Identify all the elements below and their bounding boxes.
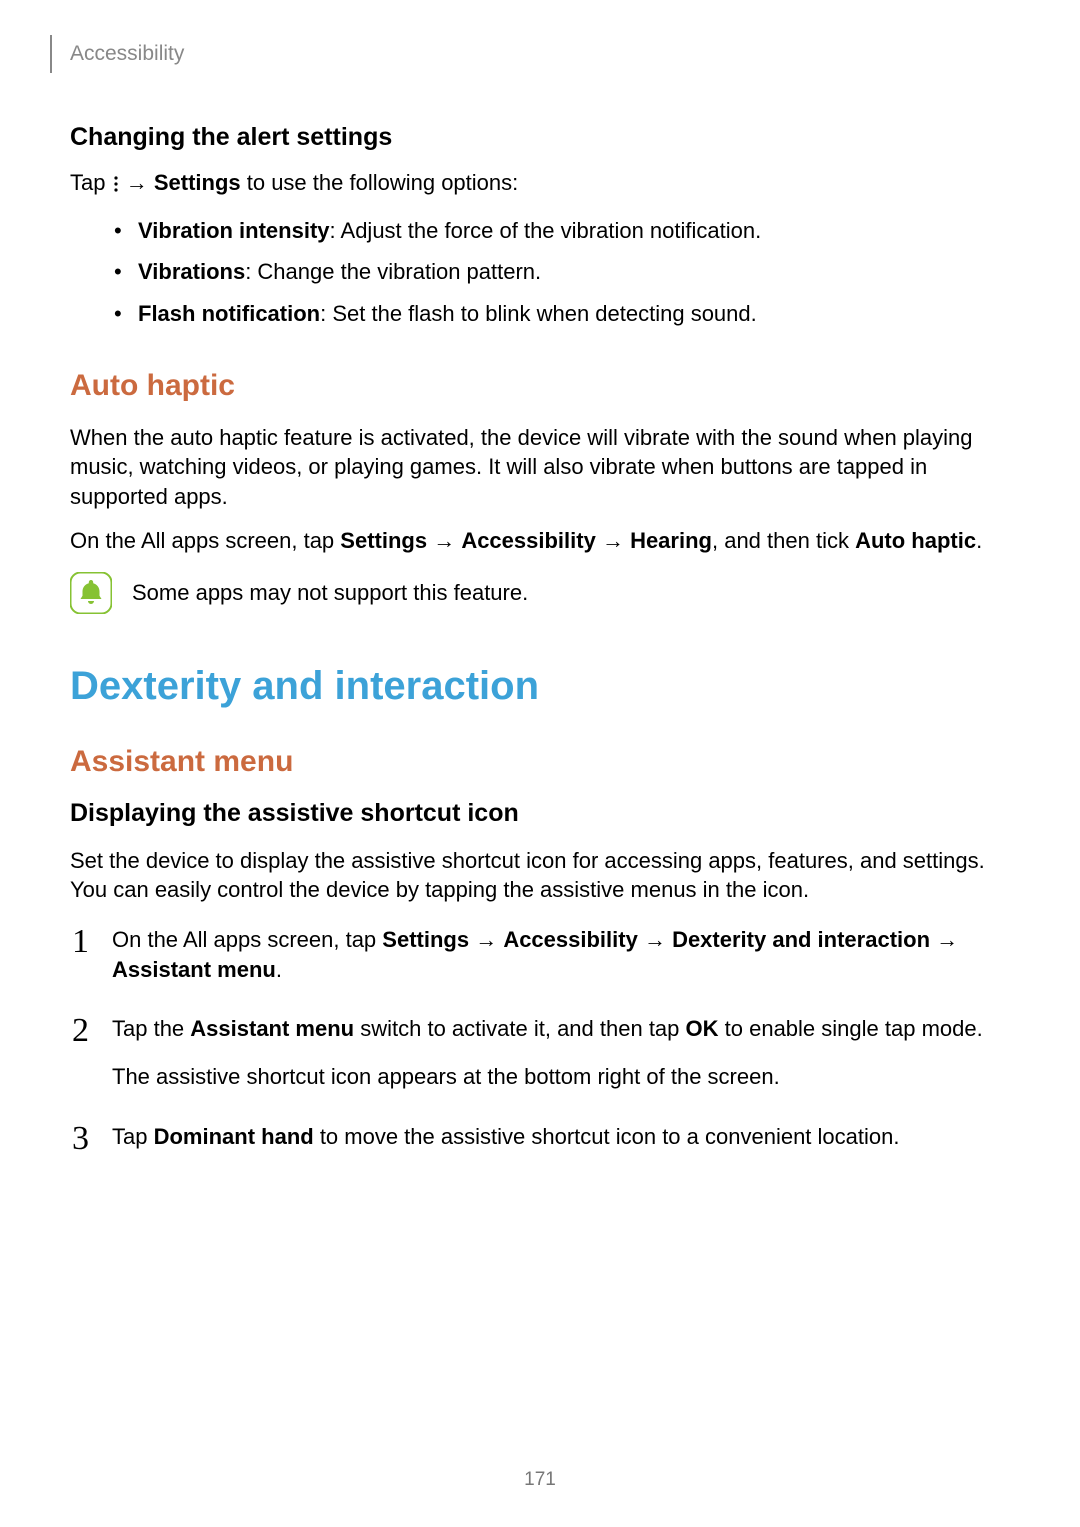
text: On the All apps screen, tap — [112, 927, 382, 952]
option-desc: : Set the flash to blink when detecting … — [320, 301, 757, 326]
step-2-extra: The assistive shortcut icon appears at t… — [112, 1062, 1010, 1092]
page-number: 171 — [0, 1469, 1080, 1491]
text: , and then tick — [712, 528, 855, 553]
arrow-text: → — [427, 528, 461, 553]
dominant-hand-label: Dominant hand — [154, 1124, 314, 1149]
arrow-text: → — [469, 927, 503, 952]
arrow-text: → — [638, 927, 672, 952]
dexterity-label: Dexterity and interaction — [672, 927, 930, 952]
settings-label: Settings — [340, 528, 427, 553]
settings-label: Settings — [154, 170, 241, 195]
manual-page: Accessibility Changing the alert setting… — [0, 0, 1080, 1221]
list-item: Flash notification: Set the flash to bli… — [110, 299, 1010, 329]
auto-haptic-label: Auto haptic — [855, 528, 976, 553]
note-text: Some apps may not support this feature. — [132, 580, 528, 606]
alert-intro: Tap → Settings to use the following opti… — [70, 168, 1010, 198]
assistant-intro: Set the device to display the assistive … — [70, 846, 1010, 905]
more-options-icon — [112, 175, 120, 193]
auto-haptic-heading: Auto haptic — [70, 369, 1010, 403]
step-3: Tap Dominant hand to move the assistive … — [70, 1122, 1010, 1152]
header-rule — [50, 35, 52, 73]
arrow-text: → — [930, 927, 958, 952]
hearing-label: Hearing — [630, 528, 712, 553]
bell-icon — [70, 572, 112, 614]
auto-haptic-para2: On the All apps screen, tap Settings → A… — [70, 526, 1010, 556]
assistant-menu-label: Assistant menu — [190, 1016, 354, 1041]
accessibility-label: Accessibility — [461, 528, 596, 553]
text: . — [276, 957, 282, 982]
arrow-text: → — [120, 170, 154, 195]
dexterity-heading: Dexterity and interaction — [70, 664, 1010, 709]
page-header: Accessibility — [70, 35, 1010, 73]
accessibility-label: Accessibility — [503, 927, 638, 952]
list-item: Vibration intensity: Adjust the force of… — [110, 216, 1010, 246]
settings-label: Settings — [382, 927, 469, 952]
auto-haptic-para1: When the auto haptic feature is activate… — [70, 423, 1010, 512]
ok-label: OK — [686, 1016, 719, 1041]
note-callout: Some apps may not support this feature. — [70, 572, 1010, 614]
breadcrumb: Accessibility — [70, 42, 184, 66]
text: to move the assistive shortcut icon to a… — [314, 1124, 900, 1149]
text: Tap the — [112, 1016, 190, 1041]
option-desc: : Adjust the force of the vibration noti… — [330, 218, 762, 243]
arrow-text: → — [596, 528, 630, 553]
text: to enable single tap mode. — [719, 1016, 983, 1041]
step-1: On the All apps screen, tap Settings → A… — [70, 925, 1010, 984]
option-desc: : Change the vibration pattern. — [245, 259, 541, 284]
assistant-menu-label: Assistant menu — [112, 957, 276, 982]
text: On the All apps screen, tap — [70, 528, 340, 553]
step-2: Tap the Assistant menu switch to activat… — [70, 1014, 1010, 1091]
steps-list: On the All apps screen, tap Settings → A… — [70, 925, 1010, 1151]
assistant-menu-heading: Assistant menu — [70, 745, 1010, 779]
text: . — [976, 528, 982, 553]
option-label: Vibrations — [138, 259, 245, 284]
text: Tap — [112, 1124, 154, 1149]
alert-options-list: Vibration intensity: Adjust the force of… — [70, 216, 1010, 329]
alert-settings-heading: Changing the alert settings — [70, 123, 1010, 152]
option-label: Vibration intensity — [138, 218, 330, 243]
text: switch to activate it, and then tap — [354, 1016, 685, 1041]
list-item: Vibrations: Change the vibration pattern… — [110, 257, 1010, 287]
tap-label: Tap — [70, 170, 112, 195]
intro-rest: to use the following options: — [241, 170, 519, 195]
display-icon-heading: Displaying the assistive shortcut icon — [70, 799, 1010, 828]
option-label: Flash notification — [138, 301, 320, 326]
